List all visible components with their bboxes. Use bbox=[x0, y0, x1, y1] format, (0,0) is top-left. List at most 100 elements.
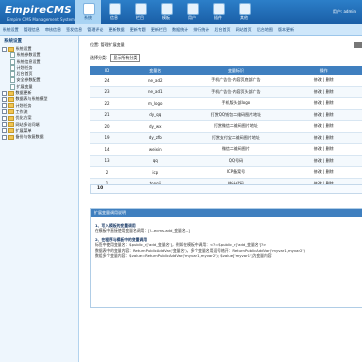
variables-table: ID 变量名 变量标识 操作 24 ne_ad2 手机广告位-内容页底部广告 修改 |… bbox=[90, 66, 362, 190]
topnav-label: 用户 bbox=[188, 15, 196, 20]
cell-op[interactable]: 修改 | 删除 bbox=[285, 155, 362, 167]
filter-label: 选择分类: bbox=[90, 55, 108, 60]
help-text: 在模板中直接使用变量名调用：[!--ecms.add_变量名--] bbox=[95, 228, 190, 234]
cell-op[interactable]: 修改 | 删除 bbox=[285, 143, 362, 156]
topnav-user[interactable]: 用户 bbox=[179, 0, 205, 24]
topnav-other[interactable]: 其他 bbox=[231, 0, 257, 24]
sidebar-item-label: 优化方案 bbox=[15, 115, 32, 121]
menu-item[interactable]: 排行统计 bbox=[191, 24, 212, 35]
sidebar-item-label: 计划任务 bbox=[16, 64, 33, 70]
expand-icon[interactable] bbox=[2, 109, 7, 115]
menu-item[interactable]: 系统设置 bbox=[0, 24, 21, 35]
cell-op[interactable]: 修改 | 删除 bbox=[285, 75, 362, 87]
menu-item[interactable]: 后台首页 bbox=[212, 24, 233, 35]
collapse-icon[interactable] bbox=[2, 46, 7, 52]
logo: EmpireCMS Empire CMS Management System bbox=[5, 5, 75, 22]
cell-desc: ICP备案号 bbox=[186, 166, 286, 179]
expand-icon[interactable] bbox=[2, 134, 7, 140]
sidebar-item-label: 扩展变量 bbox=[16, 83, 33, 89]
topnav-label: 信息 bbox=[110, 15, 118, 20]
table-row: 14 weixin 微信二维码图片 修改 | 删除 bbox=[90, 143, 362, 156]
menu-item[interactable]: 审核信息 bbox=[42, 24, 63, 35]
cell-name: m_logo bbox=[124, 97, 187, 110]
menu-item[interactable]: 管理评论 bbox=[85, 24, 106, 35]
expand-icon[interactable] bbox=[2, 90, 7, 96]
table-header-row: ID 变量名 变量标识 操作 bbox=[90, 66, 362, 75]
table-row: 2 icp ICP备案号 修改 | 删除 bbox=[90, 166, 362, 179]
cell-op[interactable]: 修改 | 删除 bbox=[285, 166, 362, 179]
category-filter: 选择分类: 显示所有分类 bbox=[90, 54, 141, 62]
cell-name: qq bbox=[124, 155, 187, 167]
topnav-template[interactable]: 模板 bbox=[153, 0, 179, 24]
sidebar-item-backup[interactable]: 备份与恢复数据 bbox=[2, 134, 48, 140]
cell-op[interactable]: 修改 | 删除 bbox=[285, 120, 362, 133]
cell-op[interactable]: 修改 | 删除 bbox=[285, 86, 362, 98]
help-body: 1、写入模板的变量调用 在模板中直接使用变量名调用：[!--ecms.add_变… bbox=[91, 217, 362, 261]
cell-id: 20 bbox=[90, 120, 125, 133]
add-button[interactable] bbox=[354, 42, 362, 48]
column-header-name[interactable]: 变量名 bbox=[124, 66, 187, 75]
cell-desc: 手机版头部logo bbox=[186, 97, 286, 110]
cell-desc: QQ号码 bbox=[186, 155, 286, 167]
sidebar-item-label: 后台首页 bbox=[16, 71, 33, 77]
sidebar-item-label: 安全参数配置 bbox=[16, 77, 41, 83]
topnav-label: 插件 bbox=[214, 15, 222, 20]
folder-icon bbox=[8, 46, 14, 52]
expand-icon[interactable] bbox=[2, 122, 7, 128]
menu-item[interactable]: 签发信息 bbox=[64, 24, 85, 35]
cell-name: dy_wx bbox=[124, 120, 187, 133]
sidebar-item-label: 系统参数设置 bbox=[16, 52, 41, 58]
column-header-id[interactable]: ID bbox=[90, 66, 125, 75]
page-icon bbox=[10, 58, 15, 65]
table-row: 13 qq QQ号码 修改 | 删除 bbox=[90, 155, 362, 167]
menu-item[interactable]: 网站首页 bbox=[233, 24, 254, 35]
topnav-info[interactable]: 信息 bbox=[101, 0, 127, 24]
cell-name: ne_ad2 bbox=[124, 75, 187, 87]
cell-op[interactable]: 修改 | 删除 bbox=[285, 97, 362, 110]
cell-id: 13 bbox=[90, 155, 125, 167]
topnav-plugin[interactable]: 插件 bbox=[205, 0, 231, 24]
logo-text: EmpireCMS bbox=[5, 5, 72, 16]
sidebar-item-label: 系统信息设置 bbox=[16, 58, 41, 64]
folder-icon bbox=[8, 96, 14, 102]
sidebar: 系统设置 系统设置 系统参数设置 系统信息设置 计划任务 后台首页 安全参数配置… bbox=[0, 36, 79, 362]
expand-icon[interactable] bbox=[2, 103, 7, 109]
column-header-desc[interactable]: 变量标识 bbox=[186, 66, 286, 75]
menu-item[interactable]: 数据统计 bbox=[170, 24, 191, 35]
topnav-column[interactable]: 栏目 bbox=[127, 0, 153, 24]
menu-item[interactable]: 更新专题 bbox=[127, 24, 148, 35]
topnav-system[interactable]: 系统 bbox=[75, 0, 101, 24]
menu-item[interactable]: 版本更新 bbox=[275, 24, 296, 35]
page-icon bbox=[10, 52, 15, 59]
cell-name: dy_qq bbox=[124, 109, 187, 121]
top-nav: 系统 信息 栏目 模板 用户 插件 其他 bbox=[75, 0, 257, 24]
sidebar-item-label: 扩展菜单 bbox=[15, 127, 32, 133]
plugin-icon bbox=[213, 3, 225, 15]
user-info[interactable]: 用户: admin bbox=[333, 9, 356, 15]
cell-op[interactable]: 修改 | 删除 bbox=[285, 132, 362, 144]
menu-item[interactable]: 更新数据 bbox=[106, 24, 127, 35]
category-select[interactable]: 显示所有分类 bbox=[110, 54, 141, 62]
expand-icon[interactable] bbox=[2, 128, 7, 134]
page-icon bbox=[10, 83, 15, 90]
cell-desc: 手机广告位-内容页头部广告 bbox=[186, 86, 286, 98]
menu-item[interactable]: 管理信息 bbox=[21, 24, 42, 35]
menu-item[interactable]: 后台地图 bbox=[254, 24, 275, 35]
menu-item[interactable]: 更新栏目 bbox=[148, 24, 169, 35]
help-text: 数组多个变量内容：$value=ReturnPublicAddVar('myva… bbox=[95, 253, 272, 259]
expand-icon[interactable] bbox=[2, 96, 7, 102]
cell-id: 2 bbox=[90, 166, 125, 179]
info-icon bbox=[109, 3, 121, 15]
help-panel: 扩展变量调用说明 1、写入模板的变量调用 在模板中直接使用变量名调用：[!--e… bbox=[90, 208, 362, 308]
cell-name: ne_ad1 bbox=[124, 86, 187, 98]
sidebar-item-label: 数据更新 bbox=[15, 90, 32, 96]
cell-desc: 微信二维码图片 bbox=[186, 143, 286, 156]
column-icon bbox=[135, 3, 147, 15]
cell-name: weixin bbox=[124, 143, 187, 156]
topnav-label: 模板 bbox=[162, 15, 170, 20]
column-header-op: 操作 bbox=[285, 66, 362, 75]
cell-op[interactable]: 修改 | 删除 bbox=[285, 109, 362, 121]
folder-icon bbox=[8, 128, 14, 134]
cell-name: icp bbox=[124, 166, 187, 179]
expand-icon[interactable] bbox=[2, 115, 7, 121]
